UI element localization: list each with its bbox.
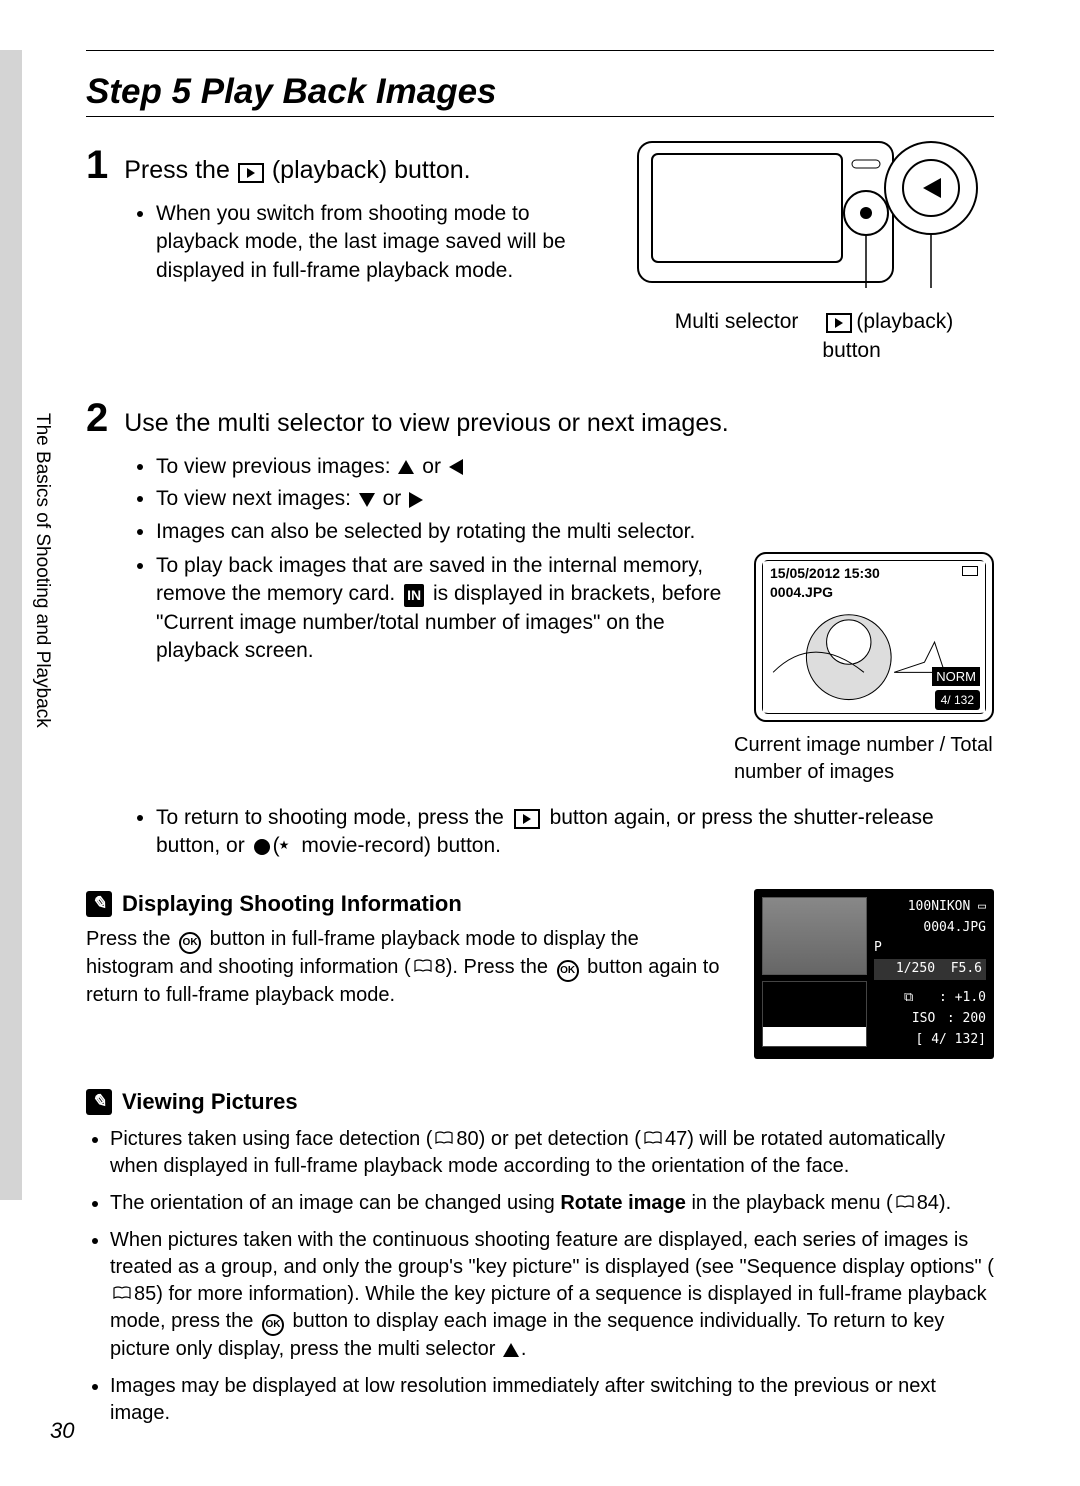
step-1-bullet: When you switch from shooting mode to pl… (156, 200, 616, 285)
step2-bullet-prev: To view previous images: or (156, 453, 994, 481)
step-2: 2 Use the multi selector to view previou… (86, 391, 994, 861)
hist-thumb-icon (762, 897, 867, 975)
b5a: To return to shooting mode, press the (156, 806, 504, 829)
section-tab: The Basics of Shooting and Playback (22, 410, 62, 730)
li3c: . (521, 1338, 527, 1360)
hist-f: F5.6 (951, 961, 982, 976)
record-dot-icon (254, 839, 270, 855)
label-playback-post: button (822, 339, 880, 362)
step2-bullet-next: To view next images: or (156, 485, 994, 513)
n1ref: 8). Press the (435, 956, 548, 978)
playback-icon (514, 809, 540, 829)
preview-date: 15/05/2012 15:30 (770, 564, 880, 583)
preview-file: 0004.JPG (770, 583, 880, 602)
step-1-heading: 1 Press the (playback) button. (86, 138, 616, 192)
note-icon: ✎ (86, 891, 112, 917)
vp-li1: Pictures taken using face detection ( 80)… (110, 1126, 994, 1180)
page-title: Step 5 Play Back Images (86, 68, 497, 115)
step-2-heading: 2 Use the multi selector to view previou… (86, 391, 994, 445)
note-icon: ✎ (86, 1089, 112, 1115)
preview-norm: NORM (932, 667, 980, 687)
title-rule (86, 116, 994, 117)
arrow-right-icon (409, 492, 423, 508)
step2-bullet-return: To return to shooting mode, press the bu… (156, 804, 994, 861)
step-2-heading-text: Use the multi selector to view previous … (124, 407, 728, 441)
book-ref-icon (435, 1131, 453, 1145)
book-ref-icon (414, 959, 432, 973)
hist-exp: +1.0 (955, 990, 986, 1005)
b2-or: or (383, 487, 402, 510)
ok-button-icon: OK (179, 932, 201, 954)
b1-or: or (422, 455, 441, 478)
internal-memory-icon: IN (404, 584, 424, 607)
camera-svg-icon (634, 138, 994, 298)
histogram-graph-icon (762, 981, 867, 1047)
arrow-up-icon (398, 460, 414, 474)
li2ref: 84). (917, 1192, 951, 1214)
preview-caption: Current image number / Total number of i… (734, 732, 994, 786)
step2-bullet-rotate: Images can also be selected by rotating … (156, 518, 994, 546)
hist-shutter: 1/250 (896, 961, 935, 976)
hist-folder: 100NIKON (908, 899, 971, 914)
step-1: 1 Press the (playback) button. When you … (86, 138, 994, 365)
book-ref-icon (644, 1131, 662, 1145)
playback-icon (826, 313, 852, 333)
book-ref-icon (896, 1195, 914, 1209)
vp-li3: When pictures taken with the continuous … (110, 1227, 994, 1363)
step2-bullet-internal: To play back images that are saved in th… (156, 552, 724, 665)
note-displaying-shooting-info: ✎ Displaying Shooting Information Press … (86, 889, 994, 1059)
top-rule (86, 50, 994, 51)
page-number: 30 (50, 1416, 74, 1446)
page-content: 1 Press the (playback) button. When you … (86, 138, 994, 1446)
label-multiselector: Multi selector (675, 308, 799, 365)
hist-file: 0004.JPG (874, 918, 986, 939)
left-gray-bar (0, 50, 22, 1200)
hist-count: [ 4/ 132] (874, 1030, 986, 1051)
li3a: When pictures taken with the continuous … (110, 1229, 994, 1278)
n1a: Press the (86, 928, 170, 950)
step-1-number: 1 (86, 138, 108, 192)
ok-button-icon: OK (557, 960, 579, 982)
playback-icon (238, 163, 264, 183)
ok-button-icon: OK (262, 1314, 284, 1336)
hist-iso: 200 (963, 1011, 986, 1026)
hist-mode: P (874, 938, 986, 959)
step-2-number: 2 (86, 391, 108, 445)
arrow-down-icon (359, 493, 375, 507)
label-playback-pre: (playback) (856, 310, 953, 333)
arrow-up-icon (503, 1343, 519, 1357)
playback-preview: 15/05/2012 15:30 0004.JPG NORM 4/ 132 (754, 552, 994, 722)
hist-iso-lab: ISO (912, 1009, 947, 1030)
note1-title: Displaying Shooting Information (122, 889, 462, 919)
li2a: The orientation of an image can be chang… (110, 1192, 560, 1214)
b1-pre: To view previous images: (156, 455, 391, 478)
step-1-heading-post: (playback) button. (272, 154, 471, 188)
b5c: movie-record) button. (301, 834, 501, 857)
movie-record-icon (282, 839, 296, 855)
arrow-left-icon (449, 459, 463, 475)
li2bold: Rotate image (560, 1192, 686, 1214)
note-viewing-pictures: ✎ Viewing Pictures Pictures taken using … (86, 1087, 994, 1427)
histogram-preview: 100NIKON ▭ 0004.JPG P 1/250 F5.6 ⧉: +1.0… (754, 889, 994, 1059)
preview-count: 4/ 132 (935, 690, 980, 710)
li1r1: 80) or pet detection ( (456, 1128, 641, 1150)
vp-li4: Images may be displayed at low resolutio… (110, 1373, 994, 1427)
step-1-heading-pre: Press the (124, 154, 230, 188)
camera-illustration: Multi selector (playback) button (634, 138, 994, 365)
b2-pre: To view next images: (156, 487, 351, 510)
battery-icon (962, 566, 978, 576)
note2-title: Viewing Pictures (122, 1087, 298, 1117)
preview-wrap: 15/05/2012 15:30 0004.JPG NORM 4/ 132 Cu… (734, 552, 994, 786)
book-ref-icon (113, 1286, 131, 1300)
li2b: in the playback menu ( (686, 1192, 893, 1214)
li1a: Pictures taken using face detection ( (110, 1128, 432, 1150)
vp-li2: The orientation of an image can be chang… (110, 1190, 994, 1217)
note1-body: Press the OK button in full-frame playba… (86, 926, 724, 1009)
